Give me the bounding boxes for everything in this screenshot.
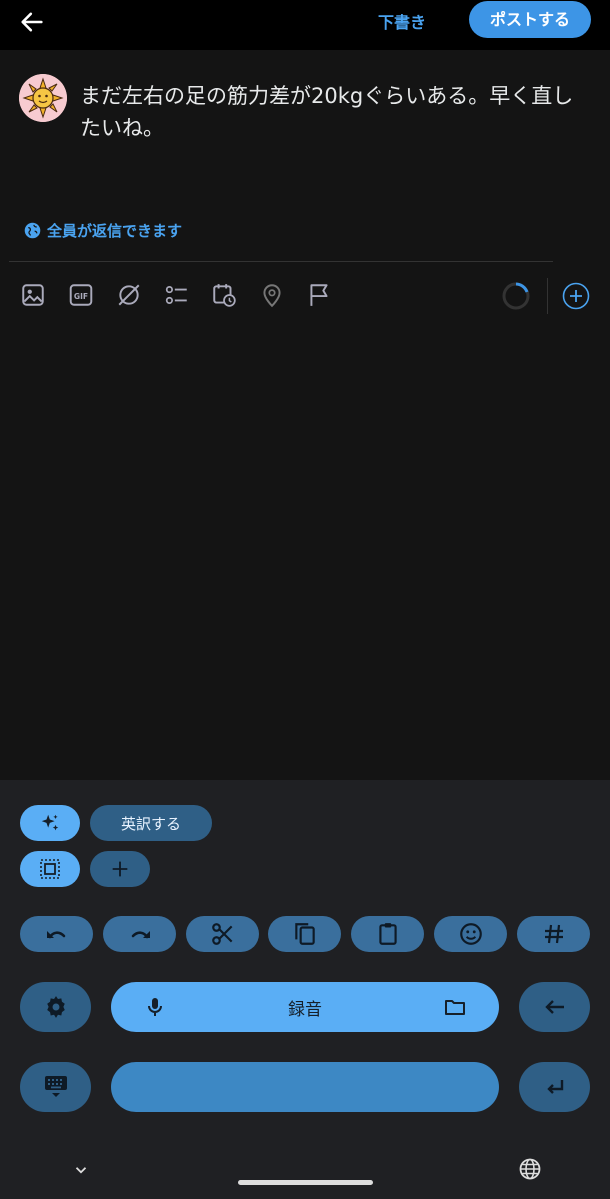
enter-icon (546, 1080, 563, 1094)
undo-icon (46, 931, 65, 939)
reply-setting-label: 全員が返信できます (47, 222, 183, 240)
emoji-icon (459, 923, 482, 945)
top-bar: 下書き ポストする (0, 0, 610, 50)
hashtag-button[interactable] (517, 916, 590, 952)
sparkle-icon (41, 814, 59, 831)
flag-icon[interactable] (306, 282, 332, 308)
folder-icon[interactable] (443, 995, 467, 1019)
poll-icon[interactable] (164, 282, 190, 308)
scissors-icon (211, 923, 232, 945)
paste-button[interactable] (351, 916, 424, 952)
image-icon[interactable] (20, 282, 46, 308)
redo-button[interactable] (103, 916, 176, 952)
chevron-down-icon[interactable] (72, 1161, 90, 1179)
undo-button[interactable] (20, 916, 93, 952)
hide-keyboard-button[interactable] (20, 1062, 91, 1112)
location-icon[interactable] (259, 282, 285, 308)
divider (9, 261, 553, 262)
copy-icon (294, 923, 315, 945)
select-all-button[interactable] (20, 851, 80, 887)
redo-icon (131, 931, 150, 939)
hashtag-icon (544, 924, 563, 944)
microphone-icon (148, 998, 162, 1016)
settings-button[interactable] (20, 982, 91, 1032)
backspace-button[interactable] (519, 982, 590, 1032)
gif-icon[interactable]: GIF (68, 282, 94, 308)
clipboard-icon (378, 923, 397, 945)
translate-english-label: 英訳する (120, 814, 181, 833)
sun-avatar-icon (19, 74, 67, 122)
add-toolbar-button[interactable] (90, 851, 150, 887)
record-label: 録音 (288, 999, 322, 1020)
schedule-icon[interactable] (211, 282, 237, 308)
add-post-icon[interactable] (562, 282, 590, 310)
toolbar-separator (547, 278, 548, 314)
space-bar[interactable] (111, 1062, 499, 1112)
back-arrow-icon[interactable] (18, 8, 46, 36)
post-button[interactable]: ポストする (469, 1, 591, 38)
character-count-progress (502, 282, 530, 310)
avatar[interactable] (19, 74, 67, 122)
gear-icon (46, 996, 65, 1018)
gesture-bar[interactable] (238, 1180, 373, 1185)
grok-icon[interactable] (116, 282, 142, 308)
tweet-text-input[interactable]: まだ左右の足の筋力差が20kgぐらいある。早く直したいね。 (80, 80, 590, 144)
language-globe-icon[interactable] (518, 1157, 542, 1181)
ai-sparkle-button[interactable] (20, 805, 80, 841)
enter-button[interactable] (519, 1062, 590, 1112)
select-all-icon (40, 859, 60, 879)
record-bar[interactable]: 録音 (111, 982, 499, 1032)
plus-icon (112, 861, 128, 877)
reply-setting[interactable]: 全員が返信できます (24, 220, 182, 241)
globe-icon (24, 222, 41, 239)
drafts-button[interactable]: 下書き (378, 9, 426, 33)
svg-text:GIF: GIF (74, 292, 88, 301)
backspace-arrow-icon (544, 1000, 564, 1014)
cut-button[interactable] (186, 916, 259, 952)
keyboard-hide-icon (44, 1076, 67, 1097)
translate-english-button[interactable]: 英訳する (90, 805, 212, 841)
copy-button[interactable] (268, 916, 341, 952)
emoji-button[interactable] (434, 916, 507, 952)
